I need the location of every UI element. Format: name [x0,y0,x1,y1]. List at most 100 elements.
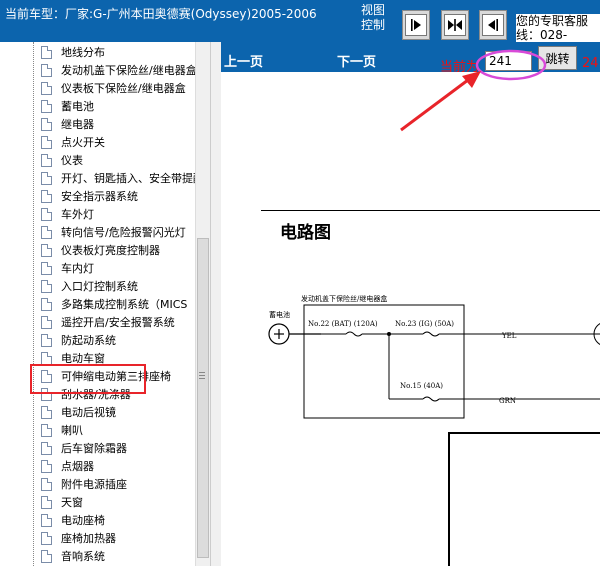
tree-item-label: 喇叭 [61,424,83,437]
tree-item-label: 多路集成控制系统（MICS [61,298,188,311]
view-next-button[interactable] [402,10,430,40]
tree-item[interactable]: 点火开关 [41,133,105,151]
arrow-right-icon [411,19,421,31]
total-pages: 241 [582,56,600,71]
tree-item-label: 开灯、钥匙插入、安全带提醒器、 [61,172,195,185]
document-icon [41,441,52,455]
battery-label: 蓄电池 [269,310,290,319]
arrow-left-icon [488,19,498,31]
page-number-input[interactable] [485,51,532,71]
prev-page-link[interactable]: 上一页 [224,51,263,70]
tree-item-label: 点火开关 [61,136,105,149]
tree-item-label: 地线分布 [61,46,105,59]
tree-item[interactable]: 蓄电池 [41,97,94,115]
fuse-15-symbol [422,396,440,402]
tree-item-label: 电动座椅 [61,514,105,527]
tree-item[interactable]: 电动后视镜 [41,403,116,421]
scroll-grip-icon [199,372,205,373]
tree-item-label: 座椅加热器 [61,532,116,545]
tree-item-label: 点烟器 [61,460,94,473]
tree-item[interactable]: 防起动系统 [41,331,116,349]
tree-item-label: 入口灯控制系统 [61,280,138,293]
document-icon [41,225,52,239]
circuit-diagram: 蓄电池 发动机盖下保险丝/继电器盒 No.22 (BAT) (120A) No.… [268,294,600,566]
diagram-page: 电路图 蓄电池 发动机盖下保险丝/继电器盒 No.22 (BAT) (120A)… [261,202,600,566]
support-info: 您的专职客服 线：028-87039 [516,14,600,42]
tree-item[interactable]: 开灯、钥匙插入、安全带提醒器、 [41,169,195,187]
scroll-thumb[interactable] [197,238,209,558]
document-icon [41,423,52,437]
tree-item-label: 附件电源插座 [61,478,127,491]
document-icon [41,63,52,77]
tree-item[interactable]: 继电器 [41,115,94,133]
document-icon [41,333,52,347]
document-icon [41,495,52,509]
document-icon [41,549,52,563]
wire-yel-label: YEL [501,332,517,340]
tree-item[interactable]: 仪表 [41,151,83,169]
tree-item[interactable]: 座椅加热器 [41,529,116,547]
component-box [448,432,600,566]
tree-item[interactable]: 安全指示器系统 [41,187,138,205]
tree-item-label: 安全指示器系统 [61,190,138,203]
tree-item-label: 仪表板灯亮度控制器 [61,244,160,257]
tree-item[interactable]: 音响系统 [41,547,105,565]
tree-scrollbar[interactable] [195,42,211,566]
tree-item-label: 仪表板下保险丝/继电器盒 [61,82,186,95]
document-icon [41,315,52,329]
tree-item[interactable]: 仪表板下保险丝/继电器盒 [41,79,186,97]
tree-item[interactable]: 发动机盖下保险丝/继电器盒 [41,61,195,79]
tree-item-label: 电动后视镜 [61,406,116,419]
tree-item[interactable]: 后车窗除霜器 [41,439,127,457]
fuse-23-symbol [422,331,440,337]
tree-item-label: 车外灯 [61,208,94,221]
tree-connector [33,42,35,566]
document-icon [41,477,52,491]
tree-item-label: 后车窗除霜器 [61,442,127,455]
tree-item-label: 仪表 [61,154,83,167]
tree-item[interactable]: 车内灯 [41,259,94,277]
tree-item[interactable]: 喇叭 [41,421,83,439]
next-page-link[interactable]: 下一页 [337,51,376,70]
highlight-annotation-box [30,364,146,394]
document-icon [41,459,52,473]
document-icon [41,135,52,149]
tree-item[interactable]: 多路集成控制系统（MICS [41,295,187,313]
fuse-22-label: No.22 (BAT) (120A) [308,320,378,328]
tree-item-label: 遥控开启/安全报警系统 [61,316,175,329]
document-icon [41,153,52,167]
document-icon [41,279,52,293]
tree-item[interactable]: 附件电源插座 [41,475,127,493]
view-split-button[interactable] [441,10,469,40]
document-icon [41,207,52,221]
tree-item[interactable]: 电动座椅 [41,511,105,529]
document-icon [41,531,52,545]
tree-item-label: 蓄电池 [61,100,94,113]
split-view-icon [448,19,462,31]
fuse-23-label: No.23 (IG) (50A) [395,320,454,328]
fuse-box-label: 发动机盖下保险丝/继电器盒 [301,294,387,303]
tree-item-label: 转向信号/危险报警闪光灯 [61,226,186,239]
tree-item-label: 车内灯 [61,262,94,275]
tree-item[interactable]: 点烟器 [41,457,94,475]
document-icon [41,351,52,365]
tree-item[interactable]: 地线分布 [41,43,105,61]
tree-item-label: 天窗 [61,496,83,509]
tree-item[interactable]: 仪表板灯亮度控制器 [41,241,160,259]
document-icon [41,81,52,95]
tree-item[interactable]: 车外灯 [41,205,94,223]
tree-item-label: 继电器 [61,118,94,131]
vehicle-label: 当前车型：厂家:G-广州本田奥德赛(Odyssey)2005-2006 [5,7,317,21]
view-prev-button[interactable] [479,10,507,40]
document-icon [41,189,52,203]
tree-item[interactable]: 转向信号/危险报警闪光灯 [41,223,186,241]
tree-item-label: 发动机盖下保险丝/继电器盒 [61,64,195,77]
tree-item[interactable]: 天窗 [41,493,83,511]
document-icon [41,117,52,131]
tree-item[interactable]: 遥控开启/安全报警系统 [41,313,175,331]
tree-item-label: 音响系统 [61,550,105,563]
category-tree: 地线分布发动机盖下保险丝/继电器盒 仪表板下保险丝/继电器盒 蓄电池继电器点火开关仪… [0,42,195,566]
document-icon [41,45,52,59]
jump-button[interactable]: 跳转 [538,46,577,70]
tree-item[interactable]: 入口灯控制系统 [41,277,138,295]
